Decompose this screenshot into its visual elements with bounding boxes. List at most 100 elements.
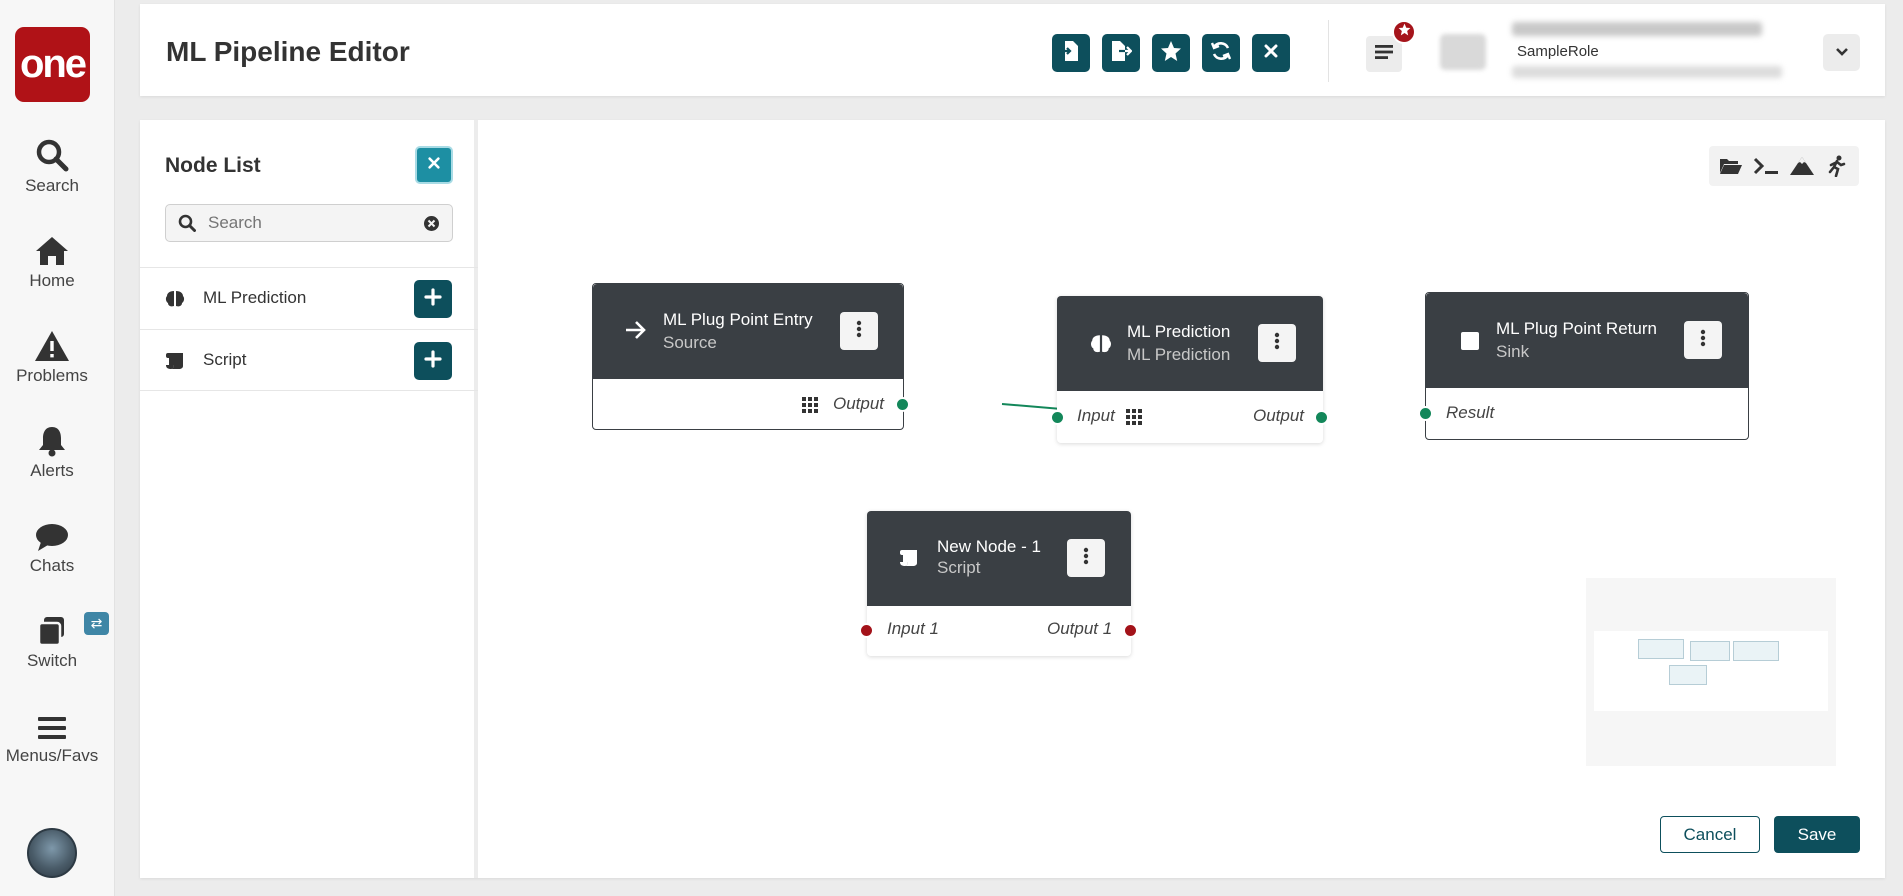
user-avatar[interactable] bbox=[27, 828, 77, 878]
node-menu-button[interactable] bbox=[1258, 324, 1296, 362]
arrow-right-icon bbox=[625, 320, 647, 345]
close-icon bbox=[427, 156, 441, 175]
nav-label: Chats bbox=[29, 556, 75, 575]
input-port-label: Result bbox=[1446, 403, 1495, 422]
node-menu-button[interactable] bbox=[1067, 539, 1105, 577]
input-port[interactable] bbox=[859, 623, 874, 638]
page-header: ML Pipeline Editor SampleRole bbox=[140, 4, 1885, 96]
pipeline-canvas[interactable]: ML Plug Point Entry Source Output ML Pre… bbox=[482, 120, 1885, 878]
plus-icon bbox=[424, 349, 442, 373]
user-org-redacted bbox=[1512, 66, 1782, 78]
output-port-label: Output bbox=[1253, 406, 1305, 425]
node-menu-button[interactable] bbox=[1684, 321, 1722, 359]
search-icon bbox=[178, 214, 196, 237]
nav-chats[interactable]: Chats bbox=[0, 512, 104, 576]
node-list-item: ML Prediction bbox=[140, 267, 478, 329]
node-menu-button[interactable] bbox=[840, 312, 878, 350]
user-role: SampleRole bbox=[1517, 43, 1599, 60]
input-port[interactable] bbox=[1050, 410, 1065, 425]
grid-icon bbox=[1126, 409, 1142, 430]
star-icon bbox=[1160, 40, 1182, 67]
close-icon bbox=[1263, 43, 1279, 64]
nav-problems[interactable]: Problems bbox=[0, 322, 104, 386]
search-icon bbox=[0, 132, 104, 172]
input-port-label: Input bbox=[1077, 406, 1115, 425]
left-nav-rail: one Search Home Problems Alerts Chats Sw… bbox=[0, 0, 115, 896]
node-list-title: Node List bbox=[165, 154, 261, 177]
pipeline-node-return[interactable]: ML Plug Point Return Sink Result bbox=[1418, 292, 1749, 440]
import-button[interactable] bbox=[1052, 34, 1090, 72]
chat-icon bbox=[0, 512, 104, 552]
node-search-box bbox=[165, 204, 453, 242]
square-icon bbox=[1460, 331, 1480, 356]
node-list-close-button[interactable] bbox=[415, 146, 453, 184]
plus-icon bbox=[424, 287, 442, 311]
clear-search-icon[interactable] bbox=[423, 215, 440, 237]
minimap-node bbox=[1690, 641, 1730, 661]
minimap-node bbox=[1733, 641, 1779, 661]
node-list-panel: Node List ML Prediction bbox=[140, 120, 478, 878]
node-header: ML Prediction ML Prediction bbox=[1057, 296, 1323, 391]
list-icon bbox=[1374, 43, 1394, 66]
pipeline-node-new-script[interactable]: New Node - 1 Script Input 1 Output 1 bbox=[859, 511, 1138, 656]
header-divider bbox=[1328, 20, 1329, 82]
kebab-icon bbox=[856, 320, 862, 343]
node-list-item-label: ML Prediction bbox=[203, 288, 307, 307]
output-port[interactable] bbox=[1123, 623, 1138, 638]
kebab-icon bbox=[1083, 547, 1089, 570]
favorite-button[interactable] bbox=[1152, 34, 1190, 72]
output-port-label: Output 1 bbox=[1047, 619, 1113, 638]
bell-icon bbox=[0, 417, 104, 457]
brain-icon bbox=[165, 290, 185, 313]
kebab-icon bbox=[1700, 329, 1706, 352]
output-port-label: Output bbox=[833, 394, 885, 413]
nav-menus-favs[interactable]: Menus/Favs bbox=[0, 702, 104, 766]
pipeline-node-entry[interactable]: ML Plug Point Entry Source Output bbox=[592, 283, 910, 430]
user-photo[interactable] bbox=[1440, 34, 1486, 70]
pipeline-node-ml-prediction[interactable]: ML Prediction ML Prediction Input Output bbox=[1050, 296, 1329, 443]
editor-panel: Node List ML Prediction bbox=[140, 120, 1885, 878]
refresh-icon bbox=[1210, 40, 1232, 67]
node-subtitle: ML Prediction bbox=[1127, 345, 1231, 364]
nav-search[interactable]: Search bbox=[0, 132, 104, 196]
switch-badge[interactable]: ⇄ bbox=[84, 612, 109, 635]
nav-label: Problems bbox=[16, 366, 88, 385]
refresh-button[interactable] bbox=[1202, 34, 1240, 72]
grid-icon bbox=[802, 397, 818, 418]
user-menu-toggle[interactable] bbox=[1823, 34, 1860, 71]
node-header: New Node - 1 Script bbox=[867, 511, 1131, 606]
save-button[interactable]: Save bbox=[1774, 816, 1860, 853]
close-editor-button[interactable] bbox=[1252, 34, 1290, 72]
output-port[interactable] bbox=[1314, 410, 1329, 425]
import-icon bbox=[1061, 40, 1081, 67]
export-button[interactable] bbox=[1102, 34, 1140, 72]
favorites-badge[interactable] bbox=[1392, 20, 1416, 44]
node-header: ML Plug Point Entry Source bbox=[593, 284, 903, 379]
nav-home[interactable]: Home bbox=[0, 227, 104, 291]
node-subtitle: Sink bbox=[1496, 342, 1530, 361]
export-icon bbox=[1110, 40, 1133, 67]
home-icon bbox=[0, 227, 104, 267]
nav-alerts[interactable]: Alerts bbox=[0, 417, 104, 481]
add-script-button[interactable] bbox=[414, 342, 452, 380]
nav-label: Search bbox=[25, 176, 79, 195]
node-title: New Node - 1 bbox=[937, 537, 1041, 556]
app-logo[interactable]: one bbox=[15, 27, 90, 102]
script-icon bbox=[165, 352, 187, 375]
brain-icon bbox=[1090, 334, 1112, 359]
chevron-down-icon bbox=[1835, 44, 1849, 62]
node-title: ML Plug Point Entry bbox=[663, 310, 813, 329]
output-port[interactable] bbox=[895, 397, 910, 412]
node-search-input[interactable] bbox=[208, 207, 408, 239]
cancel-button[interactable]: Cancel bbox=[1660, 816, 1760, 853]
user-name-redacted bbox=[1512, 22, 1762, 36]
add-ml-prediction-button[interactable] bbox=[414, 280, 452, 318]
node-list-item-label: Script bbox=[203, 350, 247, 369]
node-title: ML Plug Point Return bbox=[1496, 319, 1657, 338]
canvas-minimap[interactable] bbox=[1586, 578, 1836, 766]
input-port[interactable] bbox=[1418, 406, 1433, 421]
nav-label: Home bbox=[29, 271, 75, 290]
script-icon bbox=[899, 549, 921, 572]
node-title: ML Prediction bbox=[1127, 322, 1231, 341]
page-title: ML Pipeline Editor bbox=[166, 36, 410, 67]
